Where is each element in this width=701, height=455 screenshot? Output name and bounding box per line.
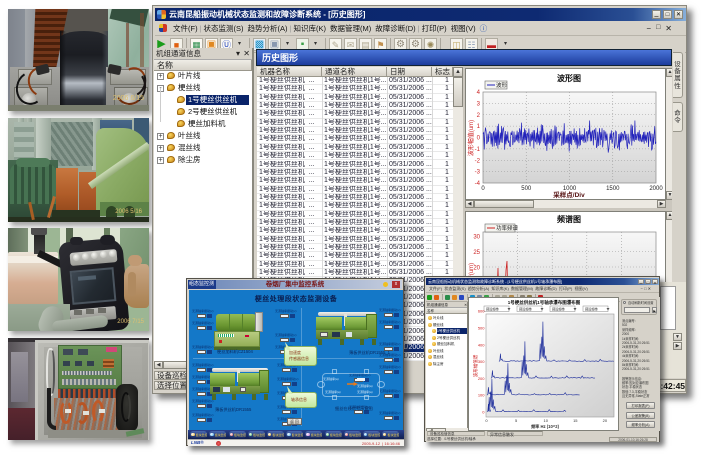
svg-text:预设频带: 预设频带 — [486, 306, 500, 311]
svg-text:500: 500 — [478, 326, 485, 331]
svg-text:3: 3 — [477, 101, 481, 107]
svg-text:0: 0 — [481, 186, 485, 192]
svg-text:10: 10 — [543, 418, 548, 423]
svg-text:200: 200 — [478, 376, 485, 381]
svg-text:-2: -2 — [475, 158, 481, 164]
svg-text:25: 25 — [473, 250, 480, 256]
svg-text:0: 0 — [477, 136, 481, 142]
svg-text:波形幅值谱: 波形幅值谱 — [472, 354, 479, 377]
svg-text:预设频带: 预设频带 — [552, 306, 566, 311]
svg-text:2000: 2000 — [649, 186, 663, 192]
svg-text:300: 300 — [478, 359, 485, 364]
svg-text:波形: 波形 — [496, 81, 508, 89]
svg-text:频率 Hz (10^2): 频率 Hz (10^2) — [531, 423, 560, 430]
svg-text:功率频谱: 功率频谱 — [496, 224, 519, 232]
svg-text:波形幅值(um): 波形幅值(um) — [467, 120, 475, 156]
svg-text:5: 5 — [515, 418, 518, 423]
svg-text:30: 30 — [473, 235, 480, 241]
svg-text:0: 0 — [485, 418, 488, 423]
svg-text:600: 600 — [478, 309, 485, 314]
svg-text:频谱图: 频谱图 — [557, 214, 581, 224]
svg-text:1: 1 — [477, 124, 481, 130]
svg-text:500: 500 — [521, 186, 532, 192]
svg-text:采样点/Div: 采样点/Div — [553, 190, 585, 199]
svg-text:预设频带: 预设频带 — [519, 306, 533, 311]
svg-text:400: 400 — [478, 342, 485, 347]
svg-text:-3: -3 — [475, 170, 481, 176]
svg-text:波形图: 波形图 — [557, 73, 581, 83]
svg-text:15: 15 — [573, 418, 578, 423]
svg-text:20: 20 — [603, 418, 608, 423]
svg-text:0: 0 — [482, 410, 485, 415]
svg-text:2: 2 — [477, 113, 481, 119]
svg-text:100: 100 — [478, 393, 485, 398]
svg-text:预设频带: 预设频带 — [585, 306, 599, 311]
svg-text:-1: -1 — [475, 147, 481, 153]
svg-text:-4: -4 — [475, 181, 481, 187]
svg-text:1号梗丝供丝机1号轴承瀑布图瀑布图: 1号梗丝供丝机1号轴承瀑布图瀑布图 — [508, 299, 581, 306]
svg-text:4: 4 — [477, 90, 481, 96]
svg-text:1500: 1500 — [606, 186, 620, 192]
